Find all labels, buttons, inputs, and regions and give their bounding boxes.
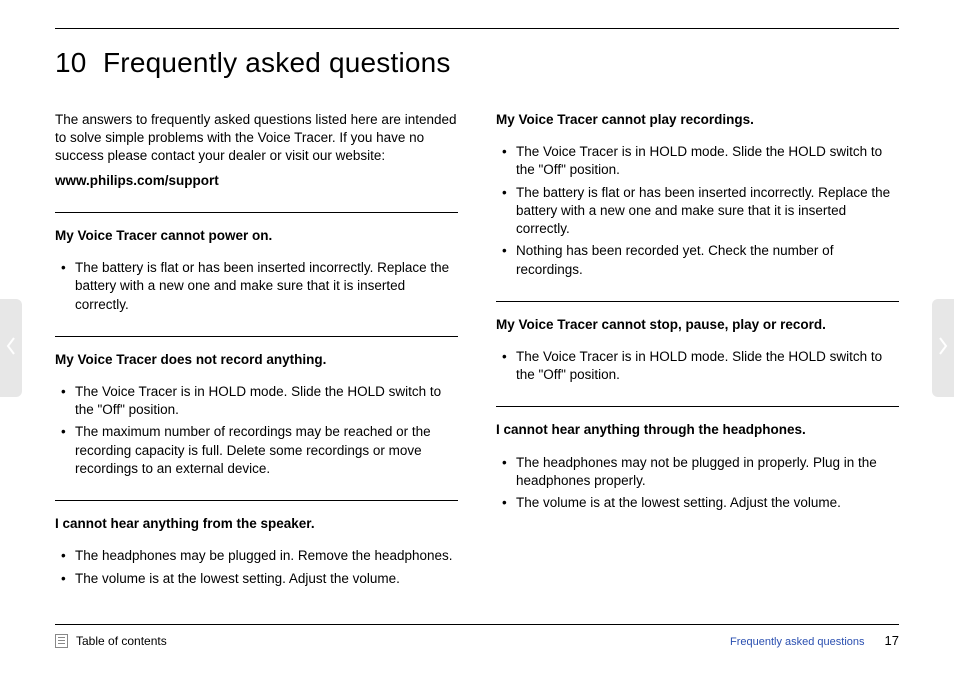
page-footer: Table of contents Frequently asked quest… <box>55 624 899 648</box>
faq-answers: The Voice Tracer is in HOLD mode. Slide … <box>496 348 899 384</box>
faq-answer: The battery is flat or has been inserted… <box>502 184 899 239</box>
faq-question: My Voice Tracer cannot power on. <box>55 227 458 245</box>
page-number: 17 <box>885 633 899 648</box>
faq-answer: The battery is flat or has been inserted… <box>61 259 458 314</box>
prev-page-button[interactable] <box>0 299 22 397</box>
faq-answers: The headphones may be plugged in. Remove… <box>55 547 458 587</box>
faq-answer: The maximum number of recordings may be … <box>61 423 458 478</box>
faq-section: My Voice Tracer cannot power on. The bat… <box>55 212 458 314</box>
faq-question: I cannot hear anything through the headp… <box>496 421 899 439</box>
faq-section: I cannot hear anything from the speaker.… <box>55 500 458 588</box>
faq-question: My Voice Tracer does not record anything… <box>55 351 458 369</box>
toc-link[interactable]: Table of contents <box>55 634 167 648</box>
faq-answer: The headphones may be plugged in. Remove… <box>61 547 458 565</box>
faq-answers: The Voice Tracer is in HOLD mode. Slide … <box>496 143 899 279</box>
faq-section: I cannot hear anything through the headp… <box>496 406 899 512</box>
faq-section: My Voice Tracer cannot stop, pause, play… <box>496 301 899 385</box>
faq-answers: The Voice Tracer is in HOLD mode. Slide … <box>55 383 458 478</box>
faq-answer: The Voice Tracer is in HOLD mode. Slide … <box>502 143 899 179</box>
footer-section-link[interactable]: Frequently asked questions <box>730 636 865 648</box>
faq-answer: The volume is at the lowest setting. Adj… <box>61 570 458 588</box>
faq-answers: The headphones may not be plugged in pro… <box>496 454 899 513</box>
faq-question: My Voice Tracer cannot play recordings. <box>496 111 899 129</box>
chevron-right-icon <box>938 337 948 360</box>
chapter-number: 10 <box>55 47 103 79</box>
faq-section: My Voice Tracer does not record anything… <box>55 336 458 478</box>
columns: The answers to frequently asked question… <box>55 111 899 592</box>
chapter-title-text: Frequently asked questions <box>103 47 451 78</box>
faq-answer: The headphones may not be plugged in pro… <box>502 454 899 490</box>
faq-question: I cannot hear anything from the speaker. <box>55 515 458 533</box>
faq-answers: The battery is flat or has been inserted… <box>55 259 458 314</box>
faq-question: My Voice Tracer cannot stop, pause, play… <box>496 316 899 334</box>
faq-answer: The volume is at the lowest setting. Adj… <box>502 494 899 512</box>
top-rule <box>55 28 899 29</box>
left-column: The answers to frequently asked question… <box>55 111 458 592</box>
page-content: 10Frequently asked questions The answers… <box>55 28 899 648</box>
toc-icon <box>55 634 68 648</box>
right-column: My Voice Tracer cannot play recordings. … <box>496 111 899 592</box>
faq-answer: The Voice Tracer is in HOLD mode. Slide … <box>502 348 899 384</box>
faq-answer: The Voice Tracer is in HOLD mode. Slide … <box>61 383 458 419</box>
toc-label: Table of contents <box>76 634 167 648</box>
next-page-button[interactable] <box>932 299 954 397</box>
intro-text: The answers to frequently asked question… <box>55 111 458 166</box>
chevron-left-icon <box>6 337 16 360</box>
faq-answer: Nothing has been recorded yet. Check the… <box>502 242 899 278</box>
chapter-heading: 10Frequently asked questions <box>55 47 899 79</box>
faq-section: My Voice Tracer cannot play recordings. … <box>496 111 899 279</box>
support-url[interactable]: www.philips.com/support <box>55 172 458 190</box>
